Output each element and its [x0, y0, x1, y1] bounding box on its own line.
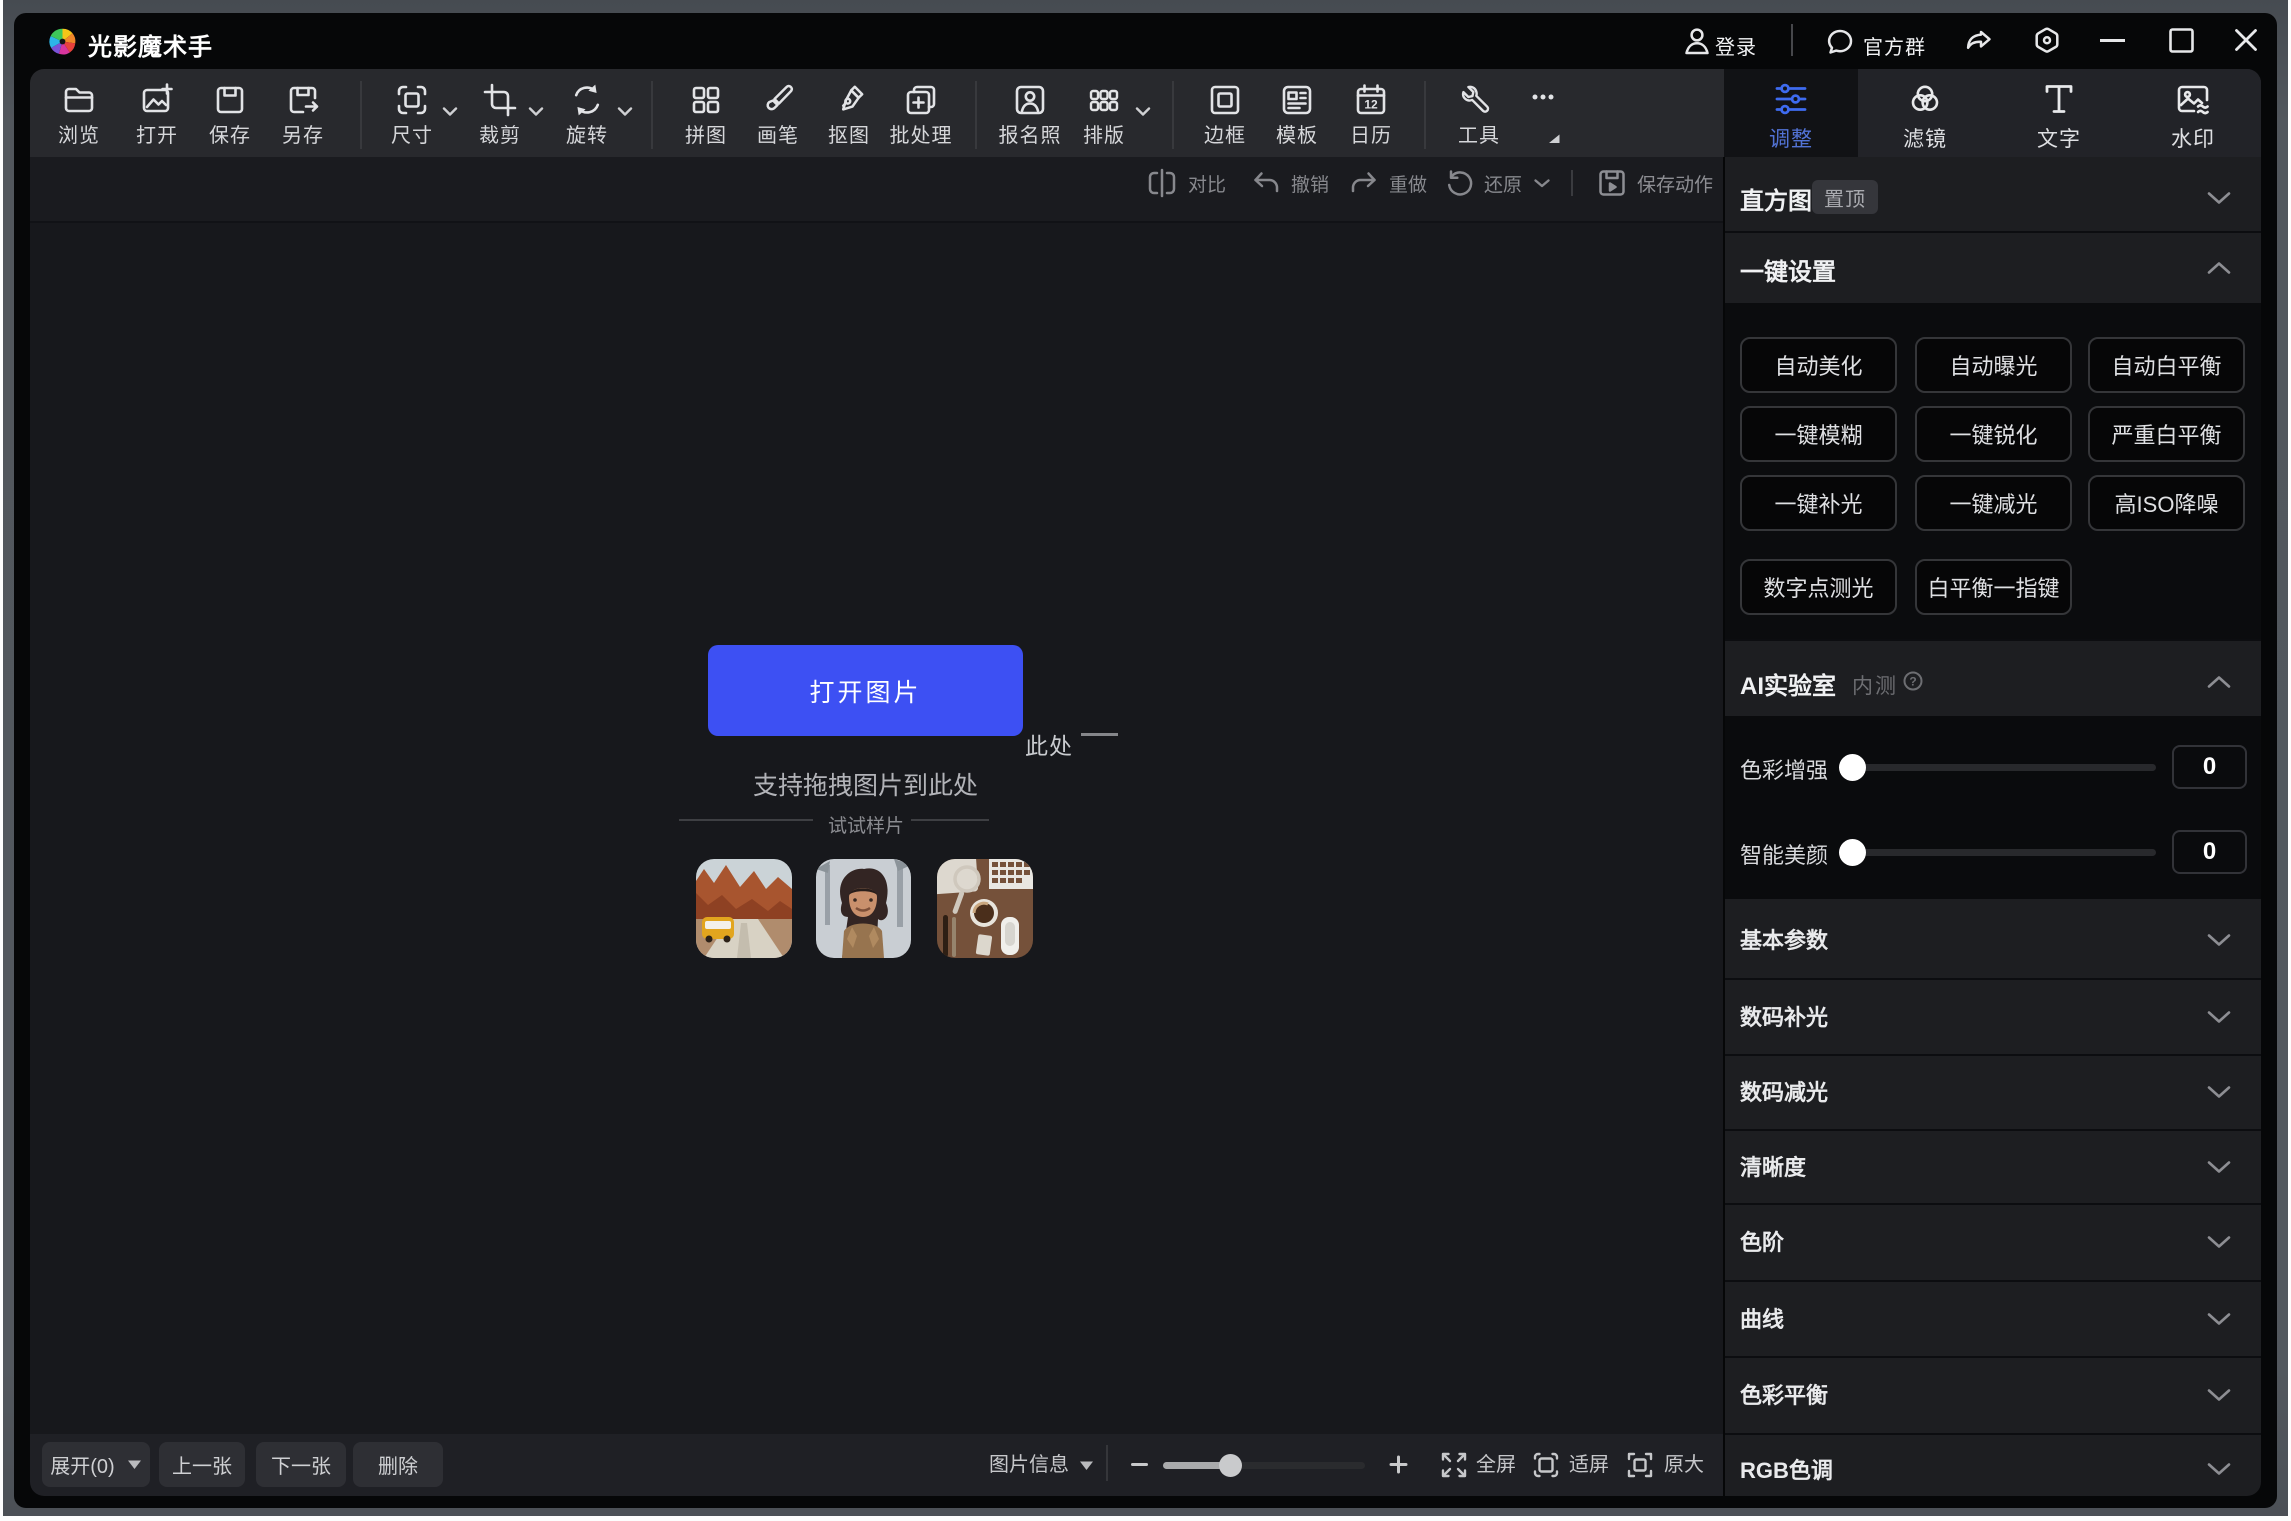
svg-text:?: ? — [1909, 675, 1916, 689]
svg-text:12: 12 — [1364, 98, 1378, 112]
